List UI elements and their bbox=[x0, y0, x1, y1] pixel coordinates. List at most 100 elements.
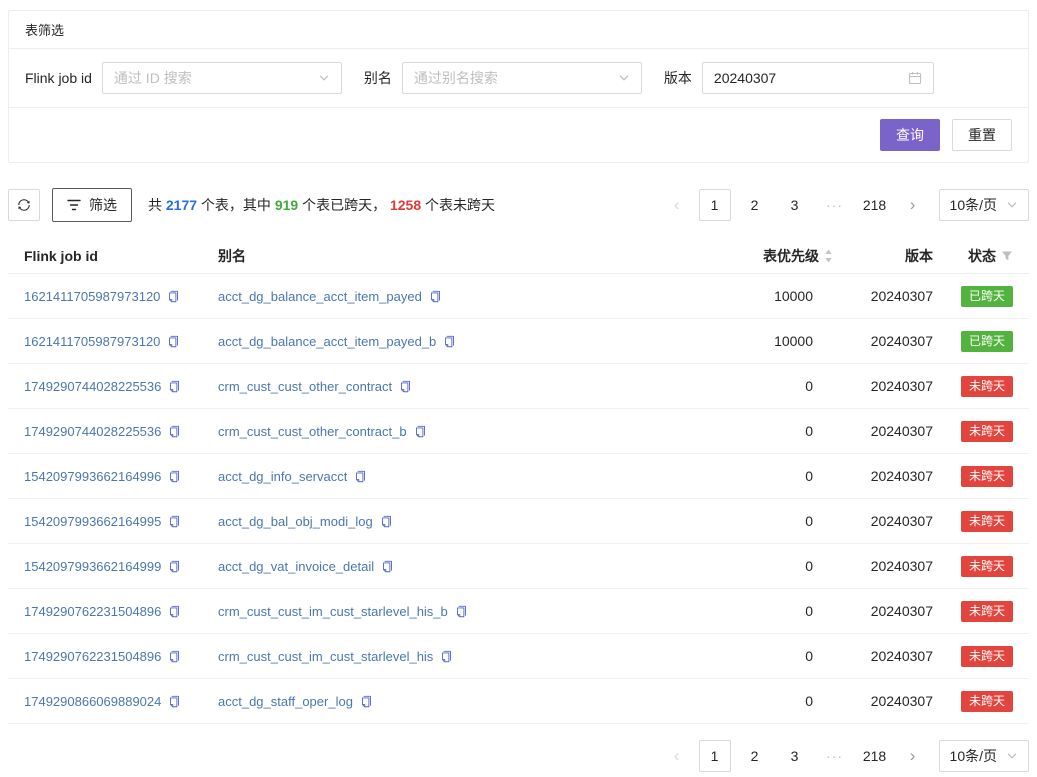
flink-job-id-link[interactable]: 1621411705987973120 bbox=[24, 289, 160, 304]
id-copy-icon[interactable] bbox=[168, 380, 181, 393]
flink-job-id-cell: 1749290744028225536 bbox=[24, 424, 218, 439]
id-copy-icon[interactable] bbox=[168, 515, 181, 528]
reset-button[interactable]: 重置 bbox=[952, 119, 1012, 151]
version-date-input[interactable]: 20240307 bbox=[702, 62, 934, 94]
alias-copy-icon[interactable] bbox=[381, 560, 394, 573]
table-header-row: Flink job id 别名 表优先级 版本 状态 bbox=[8, 238, 1029, 274]
alias-copy-icon[interactable] bbox=[443, 335, 456, 348]
table-row: 1621411705987973120 acct_dg_balance_acct… bbox=[8, 319, 1029, 364]
status-cell: 未跨天 bbox=[933, 691, 1013, 712]
alias-copy-icon[interactable] bbox=[429, 290, 442, 303]
id-copy-icon[interactable] bbox=[168, 560, 181, 573]
alias-copy-icon[interactable] bbox=[414, 425, 427, 438]
alias-link[interactable]: acct_dg_staff_oper_log bbox=[218, 694, 353, 709]
flink-job-id-placeholder: 通过 ID 搜索 bbox=[114, 68, 192, 88]
query-button[interactable]: 查询 bbox=[880, 119, 940, 151]
id-copy-icon[interactable] bbox=[168, 605, 181, 618]
column-header-alias: 别名 bbox=[218, 246, 683, 266]
flink-job-id-label: Flink job id bbox=[25, 70, 92, 86]
status-cell: 未跨天 bbox=[933, 421, 1013, 442]
filter-form: Flink job id 通过 ID 搜索 别名 通过别名搜索 版本 20240… bbox=[9, 49, 1028, 108]
pagination-page-3[interactable]: 3 bbox=[779, 740, 811, 772]
priority-cell: 0 bbox=[683, 558, 833, 574]
pagination-page-2[interactable]: 2 bbox=[739, 189, 771, 221]
table-row: 1749290762231504896 crm_cust_cust_im_cus… bbox=[8, 589, 1029, 634]
flink-job-id-link[interactable]: 1542097993662164996 bbox=[24, 469, 161, 484]
alias-link[interactable]: crm_cust_cust_im_cust_starlevel_his bbox=[218, 649, 433, 664]
version-cell: 20240307 bbox=[833, 558, 933, 574]
table-row: 1542097993662164996 acct_dg_info_servacc… bbox=[8, 454, 1029, 499]
alias-link[interactable]: acct_dg_vat_invoice_detail bbox=[218, 559, 374, 574]
status-cell: 已跨天 bbox=[933, 331, 1013, 352]
filter-funnel-icon[interactable] bbox=[1001, 250, 1013, 262]
id-copy-icon[interactable] bbox=[168, 695, 181, 708]
page-size-select[interactable]: 10条/页 bbox=[939, 740, 1029, 772]
flink-job-id-link[interactable]: 1749290744028225536 bbox=[24, 379, 161, 394]
alias-copy-icon[interactable] bbox=[455, 605, 468, 618]
status-cell: 未跨天 bbox=[933, 646, 1013, 667]
filter-toggle-button[interactable]: 筛选 bbox=[52, 188, 132, 222]
alias-select[interactable]: 通过别名搜索 bbox=[402, 62, 642, 94]
alias-label: 别名 bbox=[364, 68, 392, 88]
sorter-icon[interactable] bbox=[824, 249, 833, 263]
flink-job-id-link[interactable]: 1749290866069889024 bbox=[24, 694, 161, 709]
flink-job-id-link[interactable]: 1749290762231504896 bbox=[24, 649, 161, 664]
pagination-prev-button[interactable]: ‹ bbox=[663, 740, 691, 772]
pagination-next-button[interactable]: › bbox=[899, 740, 927, 772]
pagination-page-2[interactable]: 2 bbox=[739, 740, 771, 772]
flink-job-id-link[interactable]: 1749290762231504896 bbox=[24, 604, 161, 619]
alias-copy-icon[interactable] bbox=[440, 650, 453, 663]
column-header-priority-label: 表优先级 bbox=[763, 246, 819, 266]
alias-placeholder: 通过别名搜索 bbox=[414, 68, 498, 88]
alias-link[interactable]: crm_cust_cust_other_contract_b bbox=[218, 424, 407, 439]
pagination-prev-button[interactable]: ‹ bbox=[663, 189, 691, 221]
alias-link[interactable]: acct_dg_info_servacct bbox=[218, 469, 347, 484]
alias-cell: crm_cust_cust_other_contract_b bbox=[218, 424, 683, 439]
pagination-next-button[interactable]: › bbox=[899, 189, 927, 221]
flink-job-id-select[interactable]: 通过 ID 搜索 bbox=[102, 62, 342, 94]
alias-copy-icon[interactable] bbox=[360, 695, 373, 708]
id-copy-icon[interactable] bbox=[168, 650, 181, 663]
alias-link[interactable]: acct_dg_balance_acct_item_payed_b bbox=[218, 334, 436, 349]
alias-copy-icon[interactable] bbox=[354, 470, 367, 483]
alias-link[interactable]: acct_dg_balance_acct_item_payed bbox=[218, 289, 422, 304]
id-copy-icon[interactable] bbox=[168, 425, 181, 438]
refresh-button[interactable] bbox=[8, 189, 40, 221]
page-size-select[interactable]: 10条/页 bbox=[939, 189, 1029, 221]
flink-job-id-link[interactable]: 1542097993662164999 bbox=[24, 559, 161, 574]
id-copy-icon[interactable] bbox=[167, 335, 180, 348]
flink-job-id-link[interactable]: 1542097993662164995 bbox=[24, 514, 161, 529]
version-label: 版本 bbox=[664, 68, 692, 88]
refresh-icon bbox=[17, 198, 31, 212]
flink-job-id-link[interactable]: 1749290744028225536 bbox=[24, 424, 161, 439]
flink-job-id-cell: 1621411705987973120 bbox=[24, 334, 218, 349]
pagination-bottom: ‹123···218›10条/页 bbox=[663, 740, 1029, 772]
flink-job-id-cell: 1749290744028225536 bbox=[24, 379, 218, 394]
crossed-count: 919 bbox=[275, 197, 298, 213]
id-copy-icon[interactable] bbox=[168, 470, 181, 483]
pagination-page-218[interactable]: 218 bbox=[859, 740, 891, 772]
flink-job-id-link[interactable]: 1621411705987973120 bbox=[24, 334, 160, 349]
filter-button-label: 筛选 bbox=[89, 195, 117, 215]
pagination-page-3[interactable]: 3 bbox=[779, 189, 811, 221]
table-row: 1749290744028225536 crm_cust_cust_other_… bbox=[8, 409, 1029, 454]
pagination-page-218[interactable]: 218 bbox=[859, 189, 891, 221]
summary-segment: 个表，其中 bbox=[197, 197, 275, 213]
alias-link[interactable]: acct_dg_bal_obj_modi_log bbox=[218, 514, 373, 529]
summary-text: 共 2177 个表，其中 919 个表已跨天， 1258 个表未跨天 bbox=[148, 195, 495, 215]
status-badge: 未跨天 bbox=[961, 466, 1013, 487]
alias-copy-icon[interactable] bbox=[380, 515, 393, 528]
alias-link[interactable]: crm_cust_cust_other_contract bbox=[218, 379, 392, 394]
flink-job-id-cell: 1621411705987973120 bbox=[24, 289, 218, 304]
status-cell: 未跨天 bbox=[933, 466, 1013, 487]
table-row: 1749290744028225536 crm_cust_cust_other_… bbox=[8, 364, 1029, 409]
priority-cell: 0 bbox=[683, 468, 833, 484]
alias-link[interactable]: crm_cust_cust_im_cust_starlevel_his_b bbox=[218, 604, 448, 619]
id-copy-icon[interactable] bbox=[167, 290, 180, 303]
page-size-label: 10条/页 bbox=[950, 195, 997, 215]
pagination-page-1[interactable]: 1 bbox=[699, 189, 731, 221]
pagination-page-1[interactable]: 1 bbox=[699, 740, 731, 772]
alias-copy-icon[interactable] bbox=[399, 380, 412, 393]
version-cell: 20240307 bbox=[833, 288, 933, 304]
column-header-priority[interactable]: 表优先级 bbox=[683, 246, 833, 266]
